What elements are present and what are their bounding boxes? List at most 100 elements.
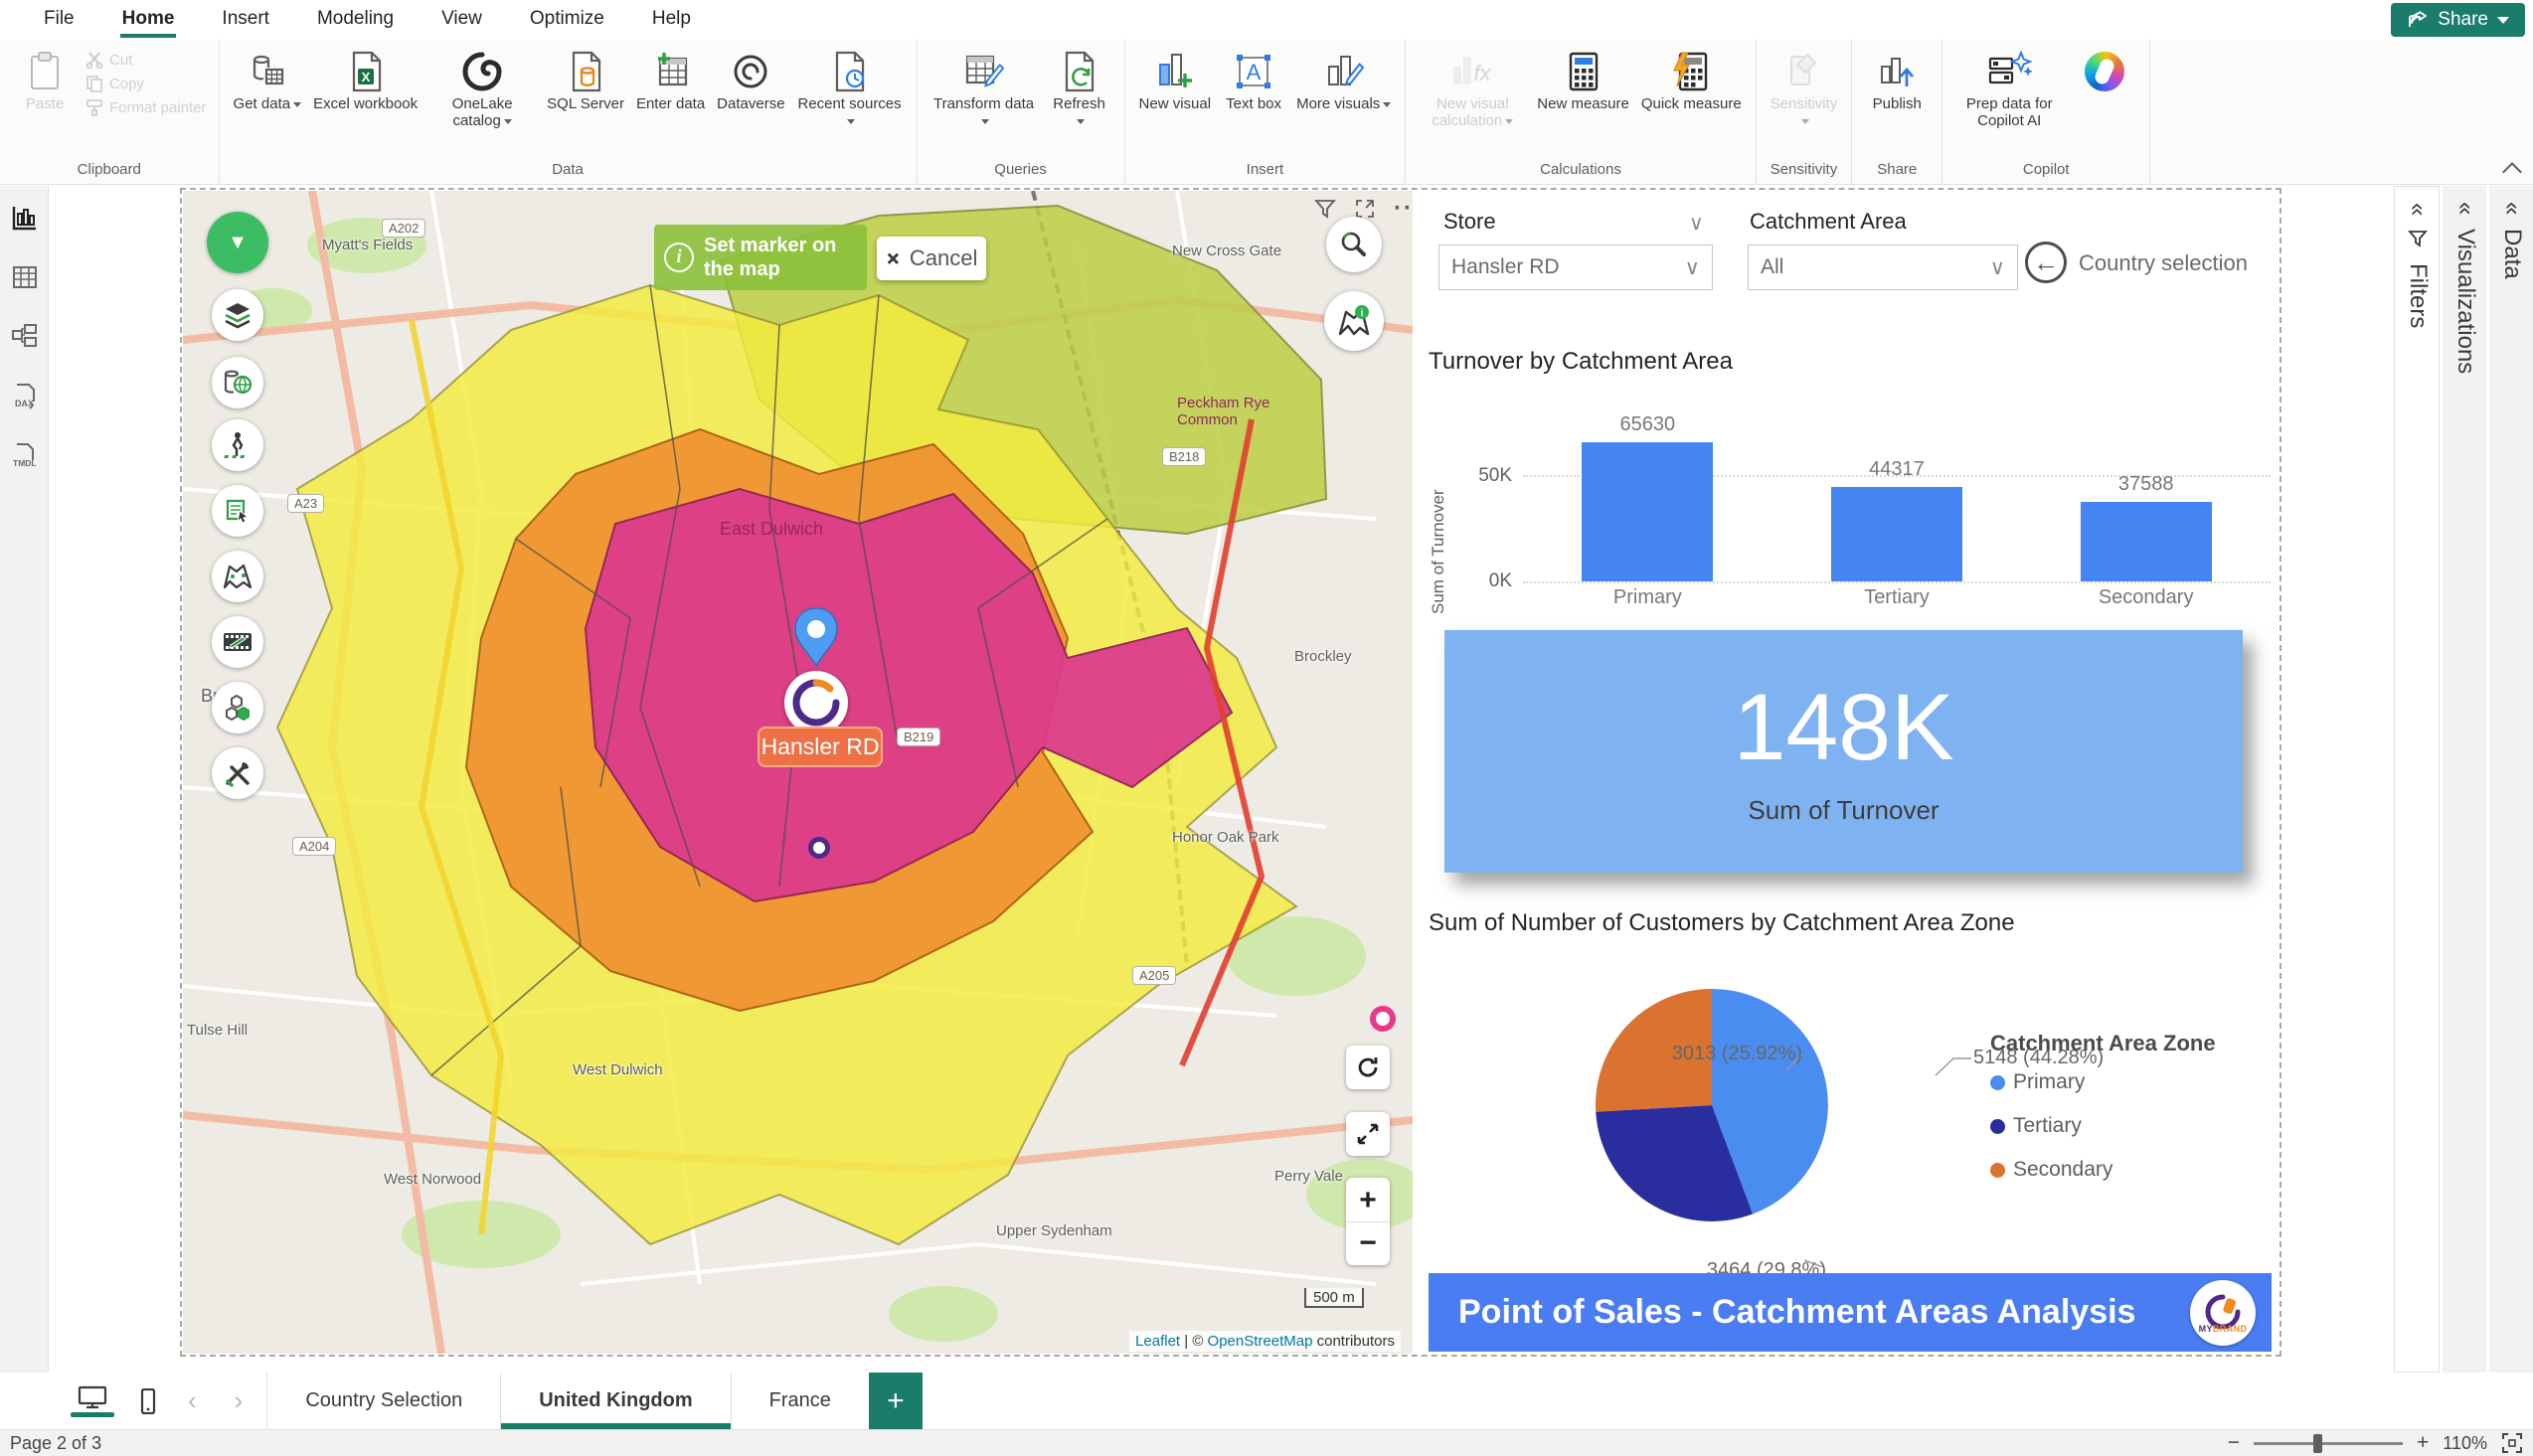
- bar[interactable]: [1831, 487, 1962, 581]
- map-pin-icon[interactable]: [788, 604, 844, 680]
- zoom-out-control[interactable]: −: [2228, 1431, 2240, 1455]
- tmdl-view-icon[interactable]: TMDL: [11, 442, 39, 470]
- menu-tab-help[interactable]: Help: [628, 0, 715, 40]
- menu-tab-optimize[interactable]: Optimize: [506, 0, 628, 40]
- tools-button[interactable]: [212, 747, 263, 799]
- place-label: East Dulwich: [720, 519, 823, 540]
- filter-icon[interactable]: [1314, 198, 1336, 220]
- publish-button[interactable]: Publish: [1860, 46, 1934, 114]
- sql-server-button[interactable]: SQL Server: [541, 46, 630, 114]
- map-expand-button[interactable]: [1346, 1112, 1390, 1156]
- prep-data-copilot-button[interactable]: Prep data for Copilot AI: [1950, 46, 2068, 131]
- bar-column[interactable]: 37588: [2081, 473, 2212, 581]
- page-tab-france[interactable]: France: [731, 1373, 869, 1429]
- map-visual[interactable]: A202 A23 B218 B219 A204 A205 Myatt's Fie…: [183, 191, 1413, 1354]
- legend-item[interactable]: Primary: [1990, 1070, 2216, 1094]
- map-refresh-button[interactable]: [1346, 1046, 1390, 1089]
- map-zoom-control: + −: [1346, 1178, 1390, 1265]
- share-button[interactable]: Share: [2391, 3, 2525, 37]
- data-source-button[interactable]: [212, 357, 263, 408]
- previous-page-arrow[interactable]: ‹: [182, 1385, 203, 1416]
- fit-to-page-icon[interactable]: [2501, 1432, 2523, 1454]
- select-report-button[interactable]: [212, 485, 263, 537]
- legend-item[interactable]: Secondary: [1990, 1158, 2216, 1182]
- menu-tab-modeling[interactable]: Modeling: [293, 0, 418, 40]
- map-info-button[interactable]: i: [1324, 291, 1384, 351]
- pedestrian-button[interactable]: [212, 419, 263, 471]
- turnover-card-visual[interactable]: 148K Sum of Turnover: [1444, 630, 2243, 873]
- model-view-icon[interactable]: [11, 322, 39, 350]
- osm-link[interactable]: OpenStreetMap: [1208, 1333, 1313, 1350]
- bar-data-label: 44317: [1869, 458, 1925, 481]
- next-page-arrow[interactable]: ›: [229, 1385, 250, 1416]
- folded-map-button[interactable]: [212, 551, 263, 602]
- data-pane-collapsed[interactable]: «Data: [2489, 186, 2533, 1373]
- catchment-slicer-dropdown[interactable]: All∨: [1748, 244, 2018, 290]
- leaflet-link[interactable]: Leaflet: [1135, 1333, 1180, 1350]
- report-view-icon[interactable]: [11, 204, 39, 232]
- more-options-icon[interactable]: ···: [1394, 195, 1413, 223]
- legend-item[interactable]: Tertiary: [1990, 1114, 2216, 1138]
- bar-chart-visual[interactable]: Turnover by Catchment Area Sum of Turnov…: [1429, 348, 2279, 628]
- new-visual-calculation-button[interactable]: fx New visual calculation: [1414, 46, 1531, 131]
- page-tab-united-kingdom[interactable]: United Kingdom: [500, 1373, 730, 1429]
- new-measure-button[interactable]: New measure: [1531, 46, 1635, 114]
- dataverse-button[interactable]: Dataverse: [711, 46, 790, 114]
- cut-icon: [85, 51, 103, 69]
- store-marker[interactable]: [784, 671, 848, 734]
- menu-tab-home[interactable]: Home: [98, 0, 199, 40]
- transform-data-button[interactable]: Transform data: [926, 46, 1043, 131]
- format-painter-button[interactable]: Format painter: [82, 95, 211, 119]
- place-label: Myatt's Fields: [322, 237, 413, 253]
- bar-column[interactable]: 44317: [1831, 458, 1962, 581]
- new-page-button[interactable]: +: [869, 1373, 923, 1429]
- menu-tab-insert[interactable]: Insert: [198, 0, 293, 40]
- onelake-catalog-button[interactable]: OneLake catalog: [423, 46, 541, 131]
- quick-measure-button[interactable]: Quick measure: [1635, 46, 1748, 114]
- page-tab-country-selection[interactable]: Country Selection: [266, 1373, 500, 1429]
- table-view-icon[interactable]: [11, 263, 39, 291]
- copilot-button[interactable]: [2068, 46, 2141, 97]
- bar[interactable]: [1582, 442, 1713, 581]
- refresh-button[interactable]: Refresh: [1043, 46, 1116, 131]
- secondary-store-marker[interactable]: [808, 837, 830, 859]
- filters-pane-collapsed[interactable]: «Filters: [2394, 186, 2440, 1373]
- cut-button[interactable]: Cut: [82, 48, 211, 72]
- zoom-in-control[interactable]: +: [2417, 1431, 2429, 1455]
- store-slicer-dropdown[interactable]: Hansler RD∨: [1438, 244, 1713, 290]
- chevron-down-icon[interactable]: ∨: [1689, 211, 1704, 236]
- mobile-layout-button[interactable]: [140, 1388, 156, 1414]
- filmstrip-edit-button[interactable]: [212, 616, 263, 668]
- excel-workbook-button[interactable]: X Excel workbook: [307, 46, 423, 114]
- zoom-out-button[interactable]: −: [1346, 1222, 1390, 1264]
- new-visual-button[interactable]: New visual: [1133, 46, 1218, 114]
- cancel-button[interactable]: + Cancel: [877, 237, 986, 280]
- excel-icon: X: [348, 48, 384, 95]
- poi-marker[interactable]: [1370, 1006, 1396, 1032]
- text-box-button[interactable]: A Text box: [1217, 46, 1290, 114]
- copy-button[interactable]: Copy: [82, 72, 211, 95]
- get-data-button[interactable]: Get data: [228, 46, 308, 114]
- dax-query-view-icon[interactable]: DAX: [11, 383, 39, 410]
- recent-sources-button[interactable]: Recent sources: [791, 46, 909, 131]
- visualizations-pane-collapsed[interactable]: «Visualizations: [2443, 186, 2486, 1373]
- menu-tab-file[interactable]: File: [20, 0, 98, 40]
- map-search-button[interactable]: [1326, 217, 1382, 272]
- bar-column[interactable]: 65630: [1582, 413, 1713, 581]
- zoom-slider-handle[interactable]: [2313, 1434, 2322, 1453]
- bar[interactable]: [2081, 502, 2212, 581]
- zoom-in-button[interactable]: +: [1346, 1180, 1390, 1222]
- close-icon: +: [881, 246, 906, 271]
- enter-data-button[interactable]: Enter data: [630, 46, 711, 114]
- desktop-layout-button[interactable]: [71, 1385, 114, 1417]
- back-button[interactable]: ←: [2025, 242, 2067, 283]
- layers-button[interactable]: [212, 289, 263, 341]
- menu-tab-view[interactable]: View: [418, 0, 506, 40]
- map-dropdown-button[interactable]: ▼: [207, 212, 268, 273]
- zoom-slider[interactable]: [2254, 1442, 2403, 1445]
- pie-chart-visual[interactable]: Sum of Number of Customers by Catchment …: [1429, 909, 2279, 1267]
- more-visuals-button[interactable]: More visuals: [1290, 46, 1397, 114]
- sensitivity-button[interactable]: Sensitivity: [1765, 46, 1844, 131]
- cluster-button[interactable]: [212, 682, 263, 733]
- paste-button[interactable]: Paste: [8, 46, 82, 114]
